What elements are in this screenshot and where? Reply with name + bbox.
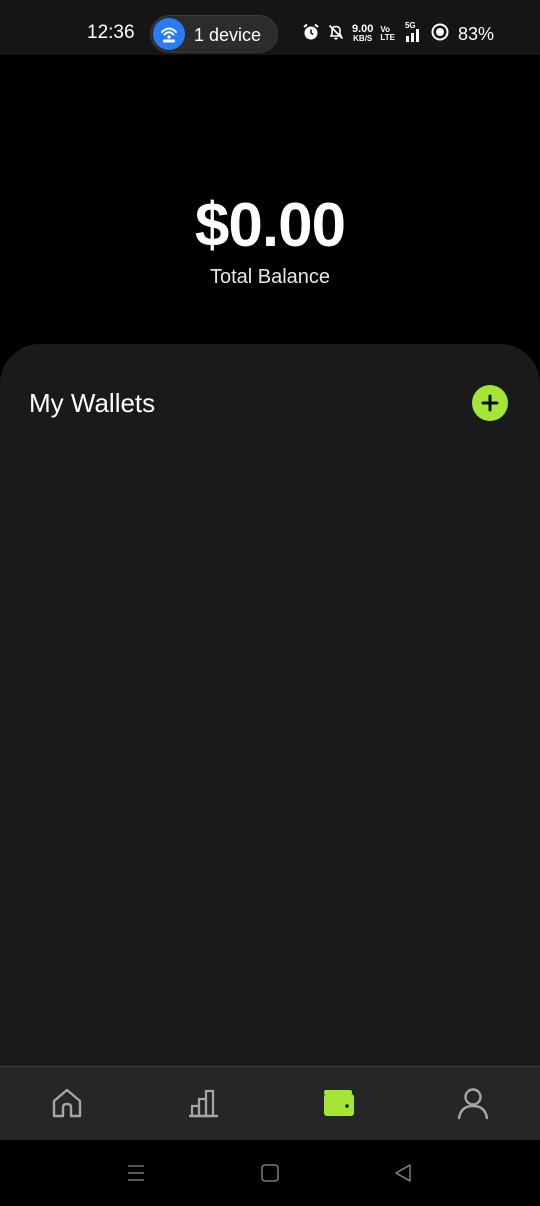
total-balance-label: Total Balance [209,266,331,288]
total-balance-amount: $0.00 [194,191,346,260]
menu-icon[interactable] [123,1160,149,1186]
volte-bottom: LTE [380,33,395,42]
signal-icon: 5G [402,21,424,44]
hotspot-label: 1 device [194,25,262,45]
tab-stats[interactable] [183,1083,223,1123]
volte-indicator: Vo LTE [380,26,395,42]
battery-icon [431,23,449,46]
home-icon [52,1088,82,1118]
wallets-panel: My Wallets [0,344,540,1068]
tab-wallet[interactable] [318,1083,358,1123]
status-time: 12:36 [87,22,135,43]
hotspot-pill[interactable]: 1 device [150,15,278,53]
wallet-icon [324,1090,354,1116]
add-wallet-button[interactable] [472,385,508,421]
speed-value: 9.00 [352,23,374,35]
speed-unit: KB/S [353,34,373,43]
plus-icon [481,394,499,412]
bottom-tab-bar [0,1066,540,1140]
tab-profile[interactable] [453,1083,493,1123]
battery-percent: 83% [457,23,494,44]
person-icon [457,1088,489,1120]
status-bar: 12:36 1 device 9.00 KB/S Vo LTE 5G 83% [0,0,540,55]
bar-chart-icon [189,1089,218,1118]
wifi-hotspot-icon [153,18,185,50]
wallet-screen: 12:36 1 device 9.00 KB/S Vo LTE 5G 83% $… [0,0,540,1206]
my-wallets-title: My Wallets [29,388,156,418]
alarm-icon [302,23,320,46]
network-speed: 9.00 KB/S [352,23,374,44]
system-nav-bar [0,1140,540,1206]
mute-icon [327,23,345,46]
back-icon[interactable] [390,1160,416,1186]
tab-home[interactable] [47,1083,87,1123]
home-square-icon[interactable] [257,1160,283,1186]
status-icons: 9.00 KB/S Vo LTE 5G 83% [302,21,494,46]
